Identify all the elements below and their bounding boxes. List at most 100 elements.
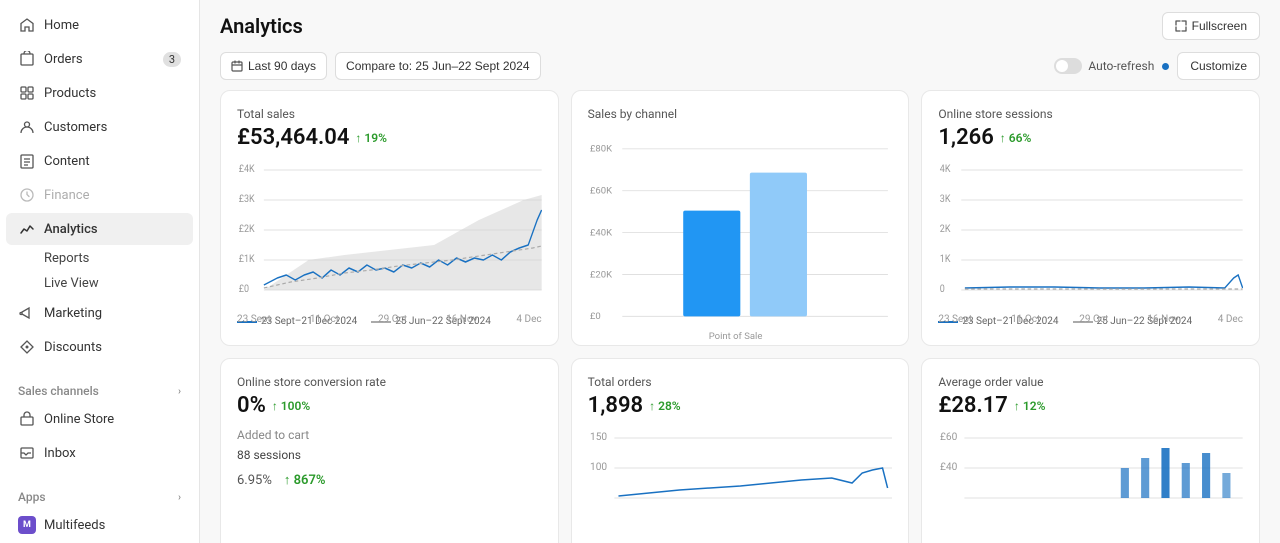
apps-section[interactable]: Apps › [6, 482, 193, 508]
sidebar-item-discounts-label: Discounts [44, 340, 181, 355]
sidebar-item-customers-label: Customers [44, 120, 181, 135]
avg-order-change: ↑ 12% [1014, 399, 1046, 413]
total-sales-card: Total sales £53,464.04 ↑ 19% £4K £3K £2K… [220, 90, 559, 346]
bottom-cards-row: Online store conversion rate 0% ↑ 100% A… [200, 358, 1280, 543]
avg-order-value: £28.17 ↑ 12% [938, 393, 1243, 418]
sidebar-item-home[interactable]: Home [6, 9, 193, 41]
svg-text:£60K: £60K [590, 186, 612, 197]
compare-button[interactable]: Compare to: 25 Jun–22 Sept 2024 [335, 52, 540, 80]
auto-refresh-label: Auto-refresh [1088, 59, 1154, 73]
online-sessions-title: Online store sessions [938, 107, 1243, 121]
sidebar-item-products-label: Products [44, 86, 181, 101]
main-content: Analytics Fullscreen Last 90 days Compar… [200, 0, 1280, 543]
fullscreen-button[interactable]: Fullscreen [1162, 12, 1260, 40]
multifeeds-icon: M [18, 516, 36, 534]
conversion-value: 0% ↑ 100% [237, 393, 542, 418]
sales-channels-label: Sales channels [18, 384, 99, 398]
online-sessions-chart: 4K 3K 2K 1K 0 23 Sept 11 Oct [938, 160, 1243, 310]
apps-label: Apps [18, 490, 46, 504]
sidebar-item-marketing-label: Marketing [44, 306, 181, 321]
marketing-icon [18, 304, 36, 322]
conversion-title: Online store conversion rate [237, 375, 542, 389]
svg-text:£0: £0 [239, 284, 249, 296]
date-range-button[interactable]: Last 90 days [220, 52, 327, 80]
total-orders-card: Total orders 1,898 ↑ 28% 150 100 [571, 358, 910, 543]
conversion-details: Added to cart 88 sessions 6.95% ↑ 867% [237, 428, 542, 488]
avg-order-chart: £60 £40 [938, 428, 1243, 543]
total-sales-title: Total sales [237, 107, 542, 121]
svg-text:3K: 3K [940, 194, 951, 206]
sidebar-sub-reports[interactable]: Reports [6, 247, 193, 270]
total-orders-change: ↑ 28% [649, 399, 681, 413]
conversion-rate-card: Online store conversion rate 0% ↑ 100% A… [220, 358, 559, 543]
home-icon [18, 16, 36, 34]
store-icon [18, 410, 36, 428]
sidebar-item-products[interactable]: Products [6, 77, 193, 109]
sidebar-item-online-store-label: Online Store [44, 412, 181, 427]
page-title: Analytics [220, 14, 303, 38]
total-sales-x-labels: 23 Sept 11 Oct 29 Oct 16 Nov 4 Dec [237, 314, 542, 325]
svg-text:£2K: £2K [239, 224, 255, 236]
svg-text:£40: £40 [940, 462, 958, 473]
orders-badge: 3 [163, 52, 181, 67]
online-sessions-x-labels: 23 Sept 11 Oct 29 Oct 16 Nov 4 Dec [938, 314, 1243, 325]
added-to-cart-label: Added to cart [237, 428, 542, 442]
sidebar-item-multifeeds[interactable]: M Multifeeds [6, 509, 193, 541]
sidebar-item-content[interactable]: Content [6, 145, 193, 177]
total-orders-title: Total orders [588, 375, 893, 389]
svg-text:£20K: £20K [590, 269, 612, 280]
sidebar-item-customers[interactable]: Customers [6, 111, 193, 143]
sidebar-item-multifeeds-label: Multifeeds [44, 518, 181, 533]
discounts-icon [18, 338, 36, 356]
auto-refresh-wrap: Auto-refresh [1054, 58, 1169, 74]
sales-channels-chevron: › [178, 386, 181, 397]
customize-button[interactable]: Customize [1177, 52, 1260, 80]
sidebar-sub-liveview-label: Live View [44, 276, 99, 291]
sidebar: Home Orders 3 Products Customers Content… [0, 0, 200, 543]
sales-by-channel-chart: £80K £60K £40K £20K £0 Point [588, 129, 893, 329]
apps-chevron: › [178, 492, 181, 503]
sidebar-item-inbox[interactable]: Inbox [6, 437, 193, 469]
online-store-sessions-card: Online store sessions 1,266 ↑ 66% 4K 3K … [921, 90, 1260, 346]
total-orders-chart: 150 100 [588, 428, 893, 543]
sidebar-sub-liveview[interactable]: Live View [6, 272, 193, 295]
notification-dot [1162, 63, 1169, 70]
conversion-change: ↑ 100% [272, 399, 310, 413]
svg-text:0: 0 [940, 284, 945, 296]
sales-channels-section[interactable]: Sales channels › [6, 376, 193, 402]
sidebar-item-home-label: Home [44, 18, 181, 33]
main-header: Analytics Fullscreen [200, 0, 1280, 48]
sidebar-item-analytics[interactable]: Analytics [6, 213, 193, 245]
content-icon [18, 152, 36, 170]
avg-order-value-card: Average order value £28.17 ↑ 12% £60 £40 [921, 358, 1260, 543]
sidebar-item-finance[interactable]: Finance [6, 179, 193, 211]
sidebar-item-orders[interactable]: Orders 3 [6, 43, 193, 75]
svg-text:1K: 1K [940, 254, 951, 266]
svg-text:100: 100 [590, 462, 607, 473]
date-range-label: Last 90 days [248, 59, 316, 73]
svg-text:£0: £0 [590, 311, 601, 322]
svg-text:£40K: £40K [590, 227, 612, 238]
sidebar-item-online-store[interactable]: Online Store [6, 403, 193, 435]
sidebar-item-discounts[interactable]: Discounts [6, 331, 193, 363]
svg-text:150: 150 [590, 432, 607, 443]
top-cards-row: Total sales £53,464.04 ↑ 19% £4K £3K £2K… [200, 90, 1280, 358]
svg-text:£60: £60 [940, 432, 958, 443]
sidebar-item-finance-label: Finance [44, 188, 181, 203]
auto-refresh-toggle[interactable] [1054, 58, 1082, 74]
online-sessions-value: 1,266 ↑ 66% [938, 125, 1243, 150]
conversion-bars: 6.95% ↑ 867% [237, 472, 542, 488]
sidebar-item-marketing[interactable]: Marketing [6, 297, 193, 329]
fullscreen-label: Fullscreen [1192, 19, 1247, 33]
svg-text:£4K: £4K [239, 164, 255, 176]
sidebar-item-content-label: Content [44, 154, 181, 169]
svg-text:£1K: £1K [239, 254, 255, 266]
sidebar-sub-reports-label: Reports [44, 251, 89, 266]
total-sales-value: £53,464.04 ↑ 19% [237, 125, 542, 150]
customers-icon [18, 118, 36, 136]
sidebar-item-orders-label: Orders [44, 52, 155, 67]
svg-text:Point of Sale: Point of Sale [708, 331, 762, 342]
analytics-icon [18, 220, 36, 238]
svg-text:2K: 2K [940, 224, 951, 236]
orders-icon [18, 50, 36, 68]
